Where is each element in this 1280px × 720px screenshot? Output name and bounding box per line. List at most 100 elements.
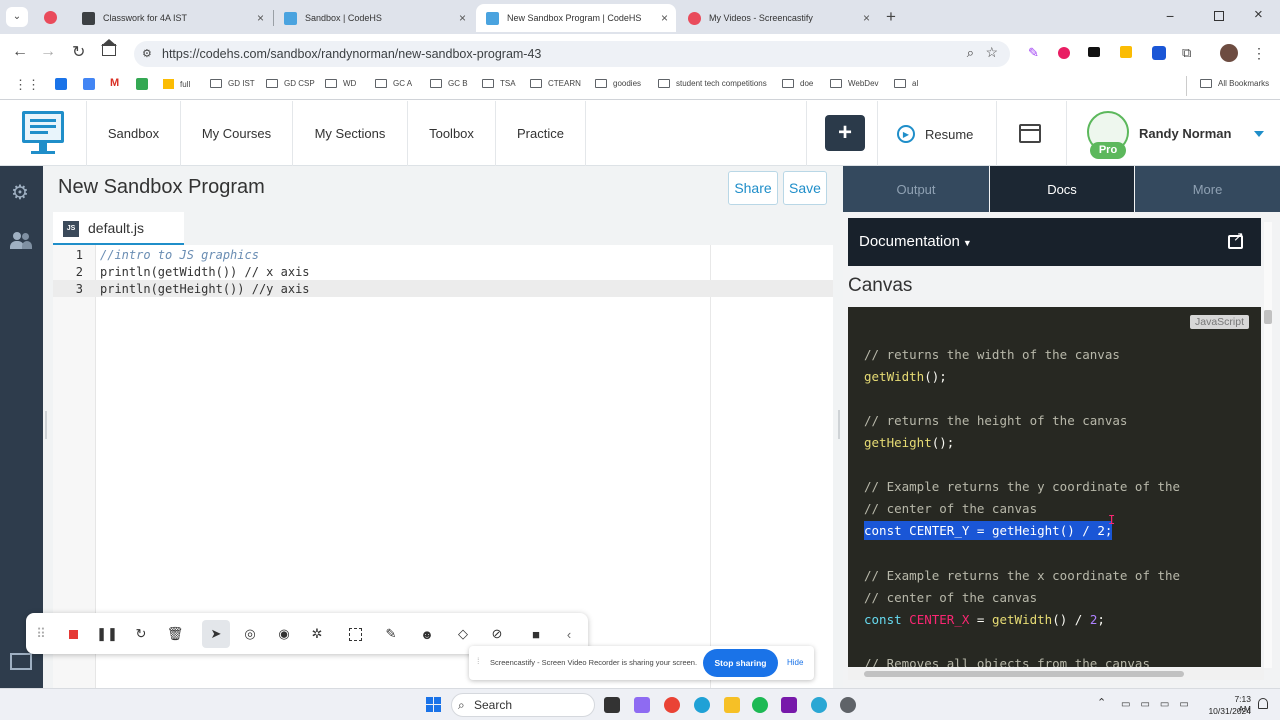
code-line[interactable]: //intro to JS graphics bbox=[100, 248, 259, 262]
url-text[interactable]: https://codehs.com/sandbox/randynorman/n… bbox=[162, 47, 541, 61]
bookmark-folder[interactable]: GC A bbox=[375, 79, 412, 88]
clear-drawings-icon[interactable]: ⊘ bbox=[486, 623, 508, 645]
drag-handle-icon[interactable]: ⁞ bbox=[477, 656, 480, 666]
tab-classwork[interactable]: Classwork for 4A IST × bbox=[72, 4, 272, 32]
profile-avatar-icon[interactable] bbox=[1220, 44, 1238, 62]
close-icon[interactable]: × bbox=[863, 11, 870, 25]
file-tab[interactable]: JS default.js bbox=[53, 212, 184, 246]
nav-my-sections[interactable]: My Sections bbox=[293, 101, 408, 166]
tray-icons[interactable]: ▭▭▭▭ bbox=[1121, 699, 1211, 711]
windows-start-icon[interactable] bbox=[426, 697, 442, 713]
edge-icon[interactable] bbox=[694, 697, 710, 713]
tab-my-videos[interactable]: My Videos - Screencastify × bbox=[678, 4, 878, 32]
tray-chevron-icon[interactable]: ⌃ bbox=[1097, 696, 1106, 709]
eraser-icon[interactable]: ◇ bbox=[452, 623, 474, 645]
settings-icon[interactable] bbox=[840, 697, 856, 713]
extension-icon[interactable] bbox=[1058, 47, 1070, 59]
resize-handle[interactable] bbox=[45, 411, 47, 439]
program-title[interactable]: New Sandbox Program bbox=[58, 176, 265, 199]
site-info-icon[interactable]: ⚙ bbox=[142, 47, 152, 60]
bookmark-folder[interactable]: GD CSP bbox=[266, 79, 315, 88]
doc-horizontal-scrollbar[interactable] bbox=[848, 668, 1264, 680]
minimize-button[interactable]: − bbox=[1166, 8, 1174, 24]
taskbar-search[interactable]: ⌕ Search bbox=[451, 693, 595, 717]
bookmark-folder[interactable]: CTEARN bbox=[530, 79, 581, 88]
click-highlight-icon[interactable]: ◎ bbox=[239, 623, 261, 645]
drag-handle-icon[interactable]: ⠿ bbox=[30, 623, 52, 645]
extension-icon[interactable] bbox=[1120, 46, 1132, 58]
code-line[interactable]: println(getHeight()) //y axis bbox=[100, 282, 310, 296]
layout-window-icon[interactable] bbox=[1019, 124, 1041, 143]
nav-my-courses[interactable]: My Courses bbox=[181, 101, 293, 166]
trash-icon[interactable]: 🗑 bbox=[164, 623, 186, 645]
pause-icon[interactable]: ❚❚ bbox=[96, 623, 118, 645]
codehs-logo-icon[interactable] bbox=[22, 111, 64, 155]
back-icon[interactable]: ← bbox=[12, 43, 28, 61]
extensions-puzzle-icon[interactable]: ⧉ bbox=[1182, 45, 1191, 61]
add-button[interactable]: + bbox=[825, 115, 865, 151]
bookmark-folder[interactable]: student tech competitions bbox=[658, 79, 767, 88]
code-line[interactable]: println(getWidth()) // x axis bbox=[100, 265, 310, 279]
spotify-icon[interactable] bbox=[752, 697, 768, 713]
task-view-icon[interactable] bbox=[604, 697, 620, 713]
tab-search-icon[interactable]: ⌄ bbox=[6, 7, 28, 27]
bookmark-folder[interactable]: WD bbox=[325, 79, 356, 88]
apps-grid-icon[interactable]: ⋮⋮ bbox=[14, 77, 40, 93]
codehs-bookmark-icon[interactable] bbox=[136, 78, 148, 90]
notification-icon[interactable] bbox=[1258, 698, 1268, 709]
gear-icon[interactable]: ⚙ bbox=[11, 180, 29, 205]
pen-extension-icon[interactable]: ✎ bbox=[1028, 45, 1042, 60]
tab-new-sandbox-program[interactable]: New Sandbox Program | CodeHS × bbox=[476, 4, 676, 32]
selected-code-line[interactable]: const CENTER_Y = getHeight() / 2; bbox=[864, 521, 1113, 540]
bookmark-folder[interactable]: GC B bbox=[430, 79, 468, 88]
users-icon[interactable] bbox=[10, 232, 32, 250]
sticker-icon[interactable]: ☻ bbox=[416, 623, 438, 645]
spotlight-icon[interactable]: ◉ bbox=[273, 623, 295, 645]
magic-cursor-icon[interactable]: ✲ bbox=[306, 623, 328, 645]
bookmark-full[interactable]: full bbox=[163, 79, 190, 89]
file-explorer-icon[interactable] bbox=[724, 697, 740, 713]
menu-kebab-icon[interactable]: ⋮ bbox=[1252, 45, 1266, 62]
pen-icon[interactable]: ✎ bbox=[380, 623, 402, 645]
collapse-icon[interactable]: ‹ bbox=[558, 623, 580, 645]
chrome-icon[interactable] bbox=[664, 697, 680, 713]
panel-layout-icon[interactable] bbox=[10, 653, 32, 670]
calendar9-icon[interactable] bbox=[83, 78, 95, 90]
doc-scrollbar[interactable] bbox=[1264, 222, 1272, 668]
resume-button[interactable]: ▶ Resume bbox=[897, 123, 973, 145]
user-name[interactable]: Randy Norman bbox=[1139, 126, 1231, 141]
window-close-button[interactable]: × bbox=[1254, 6, 1263, 23]
onenote-icon[interactable] bbox=[781, 697, 797, 713]
camera-icon[interactable]: ■ bbox=[525, 623, 547, 645]
gmail-icon[interactable]: M bbox=[110, 77, 119, 89]
close-icon[interactable]: × bbox=[257, 11, 264, 25]
forward-icon[interactable]: → bbox=[40, 43, 56, 61]
chevron-down-icon[interactable] bbox=[1254, 131, 1264, 137]
restart-icon[interactable]: ↻ bbox=[130, 623, 152, 645]
extension-icon[interactable] bbox=[1152, 46, 1166, 60]
tab-output[interactable]: Output bbox=[843, 166, 989, 212]
close-icon[interactable]: × bbox=[459, 11, 466, 25]
reload-icon[interactable]: ↻ bbox=[72, 42, 85, 62]
restore-button[interactable] bbox=[1214, 11, 1224, 21]
stop-record-icon[interactable] bbox=[62, 623, 84, 645]
stop-sharing-button[interactable]: Stop sharing bbox=[703, 649, 778, 677]
close-icon[interactable]: × bbox=[661, 11, 668, 25]
copilot-icon[interactable] bbox=[634, 697, 650, 713]
save-button[interactable]: Save bbox=[783, 171, 827, 205]
zoom-icon[interactable]: ⌕ bbox=[967, 45, 974, 61]
nav-sandbox[interactable]: Sandbox bbox=[87, 101, 181, 166]
bookmark-folder[interactable]: TSA bbox=[482, 79, 516, 88]
nav-toolbox[interactable]: Toolbox bbox=[408, 101, 496, 166]
bookmark-folder[interactable]: al bbox=[894, 79, 918, 88]
calendar-icon[interactable] bbox=[55, 78, 67, 90]
documentation-dropdown[interactable]: Documentation ▼ bbox=[859, 233, 972, 250]
extension-icon[interactable] bbox=[1088, 47, 1100, 57]
bookmark-folder[interactable]: WebDev bbox=[830, 79, 879, 88]
hide-button[interactable]: Hide bbox=[787, 658, 803, 667]
pinned-tab-screencastify[interactable] bbox=[38, 8, 62, 28]
tab-docs[interactable]: Docs bbox=[990, 166, 1134, 212]
tab-sandbox[interactable]: Sandbox | CodeHS × bbox=[274, 4, 474, 32]
bookmark-star-icon[interactable]: ☆ bbox=[985, 44, 998, 61]
cursor-pointer-icon[interactable]: ➤ bbox=[202, 620, 230, 648]
